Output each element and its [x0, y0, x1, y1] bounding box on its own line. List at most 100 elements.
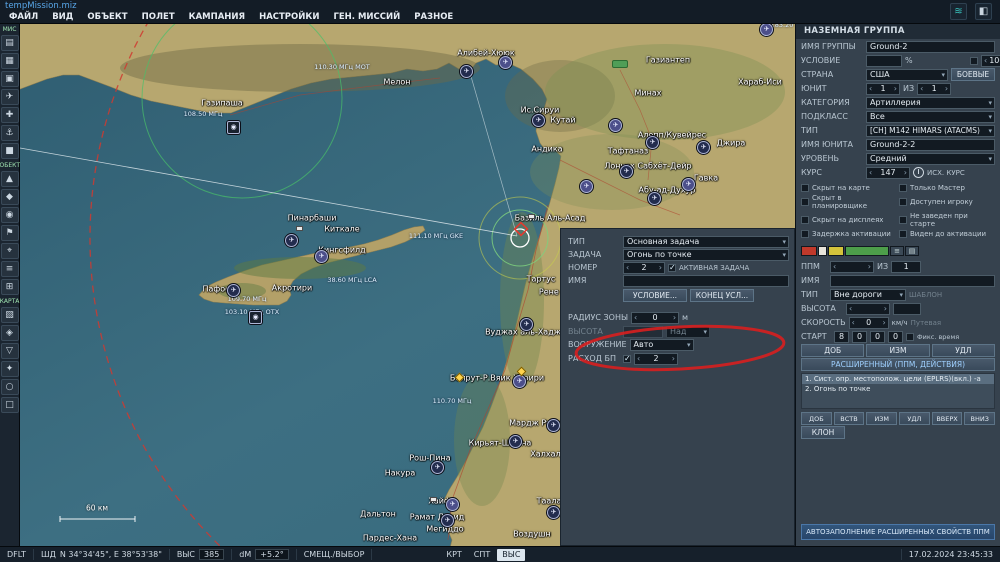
unit-icon[interactable] — [509, 435, 522, 448]
actions-list[interactable]: 1. Сист. опр. местополож. цели (EPLRS)(в… — [801, 373, 995, 409]
waypoint-name-input[interactable] — [830, 275, 995, 287]
unit-name-input[interactable] — [866, 139, 995, 151]
save-icon[interactable]: ▣ — [1, 71, 19, 87]
star-icon[interactable]: ✦ — [1, 361, 19, 377]
active-task-checkbox[interactable] — [668, 264, 676, 272]
action-insert-button[interactable]: ВСТВ — [834, 412, 865, 425]
unit-icon[interactable] — [547, 419, 560, 432]
measure-icon[interactable]: ⌖ — [1, 243, 19, 259]
condition-stepper[interactable]: ‹100› — [981, 55, 1000, 67]
task-number-stepper[interactable]: ‹2› — [623, 262, 665, 274]
grid-icon[interactable]: ⊞ — [1, 279, 19, 295]
vehicle-icon[interactable]: ■ — [1, 143, 19, 159]
menu-misc[interactable]: РАЗНОЕ — [408, 11, 459, 23]
unit-icon[interactable] — [620, 165, 633, 178]
heading-dial-icon[interactable] — [913, 167, 924, 178]
open-icon[interactable]: ▦ — [1, 53, 19, 69]
file-icon[interactable]: ▤ — [1, 35, 19, 51]
country-dropdown[interactable]: США▾ — [866, 69, 948, 81]
available-to-player-checkbox[interactable] — [899, 198, 907, 206]
beacon-icon[interactable] — [249, 311, 262, 324]
combat-button[interactable]: БОЕВЫЕ — [951, 68, 995, 81]
unit-icon[interactable] — [460, 65, 473, 78]
action-up-button[interactable]: ВВЕРХ — [932, 412, 963, 425]
unit-icon[interactable] — [520, 318, 533, 331]
start-seconds[interactable]: 0 — [888, 331, 903, 343]
list-icon[interactable]: ≡ — [1, 261, 19, 277]
unit-icon[interactable] — [646, 136, 659, 149]
waypoint-add-button[interactable]: ДОБ — [801, 344, 864, 357]
autofill-waypoint-properties-button[interactable]: АВТОЗАПОЛНЕНИЕ РАСШИРЕННЫХ СВОЙСТВ ППМ — [801, 524, 995, 540]
unit-icon[interactable] — [227, 284, 240, 297]
task-dropdown[interactable]: Огонь по точке▾ — [623, 249, 789, 261]
task-name-input[interactable] — [623, 275, 789, 287]
weapon-dropdown[interactable]: Авто▾ — [630, 339, 694, 351]
unit-icon[interactable] — [609, 119, 622, 132]
action-edit-button[interactable]: ИЗМ — [866, 412, 897, 425]
strip-red[interactable] — [801, 246, 817, 256]
waypoint-type-dropdown[interactable]: Вне дороги▾ — [830, 289, 906, 301]
menu-object[interactable]: ОБЪЕКТ — [81, 11, 133, 23]
strip-yellow[interactable] — [828, 246, 844, 256]
menu-view[interactable]: ВИД — [46, 11, 79, 23]
template-icon[interactable]: ◆ — [1, 189, 19, 205]
unit-icon[interactable] — [682, 178, 695, 191]
unit-icon[interactable] — [431, 461, 444, 474]
start-minutes[interactable]: 0 — [870, 331, 885, 343]
layer-toggle-altitude[interactable]: ВЫС — [497, 549, 525, 561]
condition-checkbox[interactable] — [970, 57, 978, 65]
stop-condition-button[interactable]: КОНЕЦ УСЛ... — [690, 289, 754, 302]
unit-icon[interactable] — [697, 141, 710, 154]
category-dropdown[interactable]: Артиллерия▾ — [866, 97, 995, 109]
waypoint-delete-button[interactable]: УДЛ — [932, 344, 995, 357]
start-days[interactable]: 8 — [834, 331, 849, 343]
unit-icon[interactable] — [513, 375, 526, 388]
beacon-icon[interactable] — [227, 121, 240, 134]
strip-green[interactable] — [845, 246, 889, 256]
ship-icon[interactable]: ⚓ — [1, 125, 19, 141]
hidden-in-planner-checkbox[interactable] — [801, 198, 809, 206]
helicopter-icon[interactable]: ✚ — [1, 107, 19, 123]
waypoint-edit-button[interactable]: ИЗМ — [866, 344, 929, 357]
circle-icon[interactable]: ○ — [1, 379, 19, 395]
layer-toggle-map[interactable]: КРТ — [441, 549, 466, 561]
waypoint-altitude-input[interactable] — [893, 303, 921, 315]
coord-mode[interactable]: DFLT — [0, 549, 34, 560]
layer-toggle-satellite[interactable]: СПТ — [469, 549, 496, 561]
subclass-dropdown[interactable]: Все▾ — [866, 111, 995, 123]
action-item[interactable]: 2. Огонь по точке — [802, 384, 994, 394]
unit-icon[interactable] — [446, 498, 459, 511]
action-item[interactable]: 1. Сист. опр. местополож. цели (EPLRS)(в… — [802, 374, 994, 384]
marker-icon[interactable]: ⚑ — [1, 225, 19, 241]
layers-icon[interactable]: ▧ — [1, 307, 19, 323]
expend-checkbox[interactable] — [623, 355, 631, 363]
speed-stepper[interactable]: ‹0› — [849, 317, 889, 329]
advanced-actions-button[interactable]: РАСШИРЕННЫЙ (ППМ, ДЕЙСТВИЯ) — [801, 358, 995, 371]
unit-icon[interactable] — [285, 234, 298, 247]
unit-icon[interactable] — [315, 250, 328, 263]
action-down-button[interactable]: ВНИЗ — [964, 412, 995, 425]
unit-icon[interactable] — [580, 180, 593, 193]
action-delete-button[interactable]: УДЛ — [899, 412, 930, 425]
unit-icon[interactable] — [532, 114, 545, 127]
offset-select-mode[interactable]: СМЕЩ./ВЫБОР — [297, 549, 373, 560]
unit-icon[interactable] — [648, 192, 661, 205]
unit-index-stepper[interactable]: ‹1› — [866, 83, 900, 95]
master-only-checkbox[interactable] — [899, 184, 907, 192]
unit-icon[interactable] — [547, 506, 560, 519]
zone-radius-stepper[interactable]: ‹0› — [631, 312, 679, 324]
waypoint-altitude-stepper[interactable]: ‹› — [846, 303, 890, 315]
display-theme-icon[interactable]: ◧ — [975, 3, 992, 20]
strip-grid-icon[interactable]: ▤ — [905, 246, 919, 256]
expend-stepper[interactable]: ‹2› — [634, 353, 678, 365]
airbase-marker-icon[interactable] — [612, 60, 628, 68]
skill-dropdown[interactable]: Средний▾ — [866, 153, 995, 165]
task-type-dropdown[interactable]: Основная задача▾ — [623, 236, 789, 248]
menu-flight[interactable]: ПОЛЕТ — [136, 11, 181, 23]
flag-icon[interactable]: ▽ — [1, 343, 19, 359]
action-add-button[interactable]: ДОБ — [801, 412, 832, 425]
hidden-on-mfd-checkbox[interactable] — [801, 216, 809, 224]
static-object-icon[interactable]: ▲ — [1, 171, 19, 187]
aircraft-icon[interactable]: ✈ — [1, 89, 19, 105]
hidden-on-map-checkbox[interactable] — [801, 184, 809, 192]
